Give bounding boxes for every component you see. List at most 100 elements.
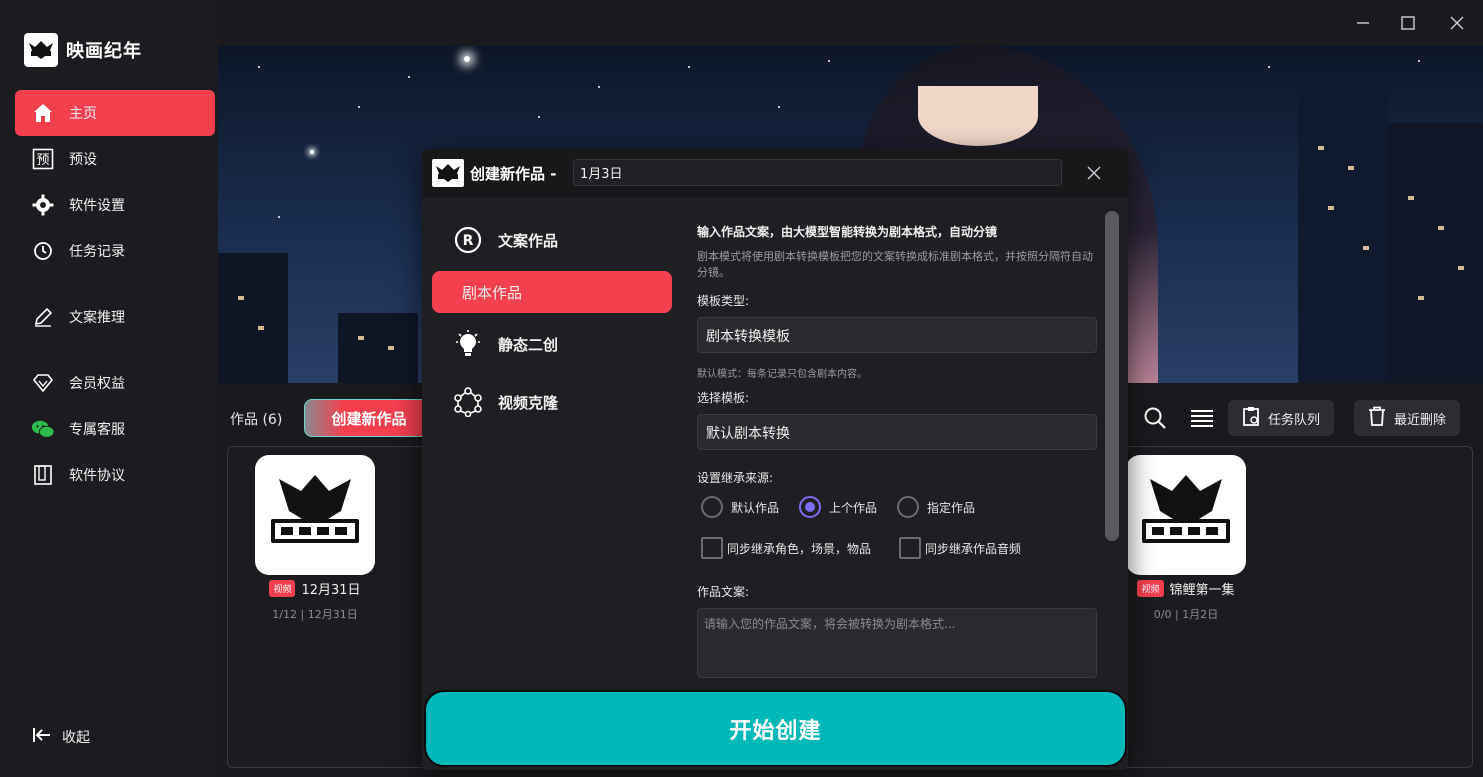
svg-text:预: 预 — [36, 153, 49, 168]
sidebar-item-label: 专属客服 — [69, 422, 125, 438]
maximize-button[interactable] — [1395, 10, 1421, 36]
menu-item-video-clone[interactable]: 视频克隆 — [432, 381, 672, 423]
home-icon — [31, 101, 55, 125]
menu-item-script-work[interactable]: 剧本作品 — [432, 271, 672, 313]
dialog-header: 创建新作品 - — [422, 149, 1128, 197]
task-queue-label: 任务队列 — [1268, 412, 1321, 428]
video-tag: 视频 — [269, 580, 296, 597]
sidebar-item-settings[interactable]: 软件设置 — [15, 182, 215, 228]
work-text-label: 作品文案: — [697, 585, 750, 599]
checkbox-box — [899, 537, 922, 559]
sync-inherit-audio-checkbox[interactable]: 同步继承作品音频 — [899, 537, 1021, 559]
minimize-button[interactable] — [1350, 10, 1376, 36]
work-card[interactable]: 视频 锦鲤第一集 0/0 | 1月2日 — [1116, 455, 1256, 622]
sidebar-item-home[interactable]: 主页 — [15, 90, 215, 136]
work-meta: 0/0 | 1月2日 — [1153, 608, 1219, 621]
app-logo-icon — [24, 33, 58, 67]
video-tag: 视频 — [1137, 580, 1164, 597]
inherit-source-radio-group: 默认作品 上个作品 指定作品 — [701, 496, 975, 518]
wechat-icon — [31, 417, 55, 441]
sidebar-item-agreement[interactable]: 软件协议 — [15, 452, 215, 498]
svg-text:R: R — [463, 233, 474, 249]
diamond-icon — [31, 371, 55, 395]
history-icon — [31, 239, 55, 263]
sidebar-item-label: 软件协议 — [69, 468, 125, 484]
collapse-label: 收起 — [62, 730, 90, 746]
inherit-source-label: 设置继承来源: — [697, 471, 774, 485]
radio-circle — [897, 496, 920, 518]
brand: 映画纪年 — [24, 33, 142, 67]
sync-inherit-roles-checkbox[interactable]: 同步继承角色，场景，物品 — [701, 537, 871, 559]
template-type-label: 模板类型: — [697, 294, 750, 308]
registered-icon: R — [452, 224, 484, 256]
radio-label: 上个作品 — [829, 500, 878, 515]
create-work-button[interactable]: 创建新作品 — [304, 399, 434, 437]
form-title: 输入作品文案，由大模型智能转换为剧本格式，自动分镜 — [697, 225, 998, 239]
work-title-text: 12月31日 — [301, 583, 361, 598]
work-meta: 1/12 | 12月31日 — [272, 608, 358, 621]
task-queue-button[interactable]: 任务队列 — [1228, 400, 1335, 436]
work-text-textarea[interactable]: 请输入您的作品文案，将会被转换为剧本格式... — [697, 608, 1097, 678]
radio-default-work[interactable]: 默认作品 — [701, 496, 779, 518]
radio-previous-work[interactable]: 上个作品 — [799, 496, 877, 518]
sidebar-item-label: 文案推理 — [69, 310, 125, 326]
create-work-dialog: 创建新作品 - R 文案作品 剧本作品 静态二创 视频克隆 输入作品文案，由大模… — [422, 149, 1128, 770]
sidebar-item-label: 预设 — [69, 152, 97, 168]
app-title: 映画纪年 — [66, 41, 142, 62]
work-title-text: 锦鲤第一集 — [1169, 583, 1235, 598]
network-icon — [452, 386, 484, 418]
sidebar-item-label: 任务记录 — [69, 244, 125, 260]
sidebar-item-support[interactable]: 专属客服 — [15, 406, 215, 452]
dialog-title: 创建新作品 - — [470, 165, 557, 183]
lightbulb-icon — [452, 328, 484, 360]
book-icon — [31, 463, 55, 487]
close-icon[interactable] — [1082, 161, 1106, 185]
sidebar-item-membership[interactable]: 会员权益 — [15, 360, 215, 406]
inherit-options: 同步继承角色，场景，物品 同步继承作品音频 — [701, 537, 1021, 559]
title-bar — [218, 0, 1483, 46]
menu-item-copy-work[interactable]: R 文案作品 — [432, 219, 672, 261]
start-create-button[interactable]: 开始创建 — [424, 690, 1127, 767]
template-hint: 默认模式：每条记录只包含剧本内容。 — [697, 369, 867, 380]
work-name-input[interactable] — [573, 159, 1062, 186]
radio-circle — [701, 496, 723, 518]
sidebar-item-copy-reasoning[interactable]: 文案推理 — [15, 294, 215, 340]
search-icon[interactable] — [1142, 405, 1168, 431]
radio-circle-checked — [799, 496, 822, 518]
sidebar-item-label: 会员权益 — [69, 376, 125, 392]
work-thumbnail — [255, 455, 375, 575]
checkbox-label: 同步继承角色，场景，物品 — [727, 541, 872, 556]
trash-icon — [1368, 406, 1386, 430]
list-view-icon[interactable] — [1189, 405, 1215, 431]
work-title: 视频 12月31日 — [245, 579, 385, 598]
checkbox-label: 同步继承作品音频 — [925, 541, 1022, 556]
menu-item-static-remix[interactable]: 静态二创 — [432, 323, 672, 365]
sidebar: 映画纪年 主页 预 预设 软件设置 任务记录 文案推理 会员权益 专属客服 软件… — [0, 0, 218, 777]
select-template-select[interactable]: 默认剧本转换 — [697, 414, 1097, 450]
close-window-button[interactable] — [1444, 10, 1470, 36]
menu-item-label: 文案作品 — [498, 231, 559, 250]
work-card[interactable]: 视频 12月31日 1/12 | 12月31日 — [245, 455, 385, 622]
sidebar-item-label: 主页 — [69, 106, 97, 122]
checkbox-box — [701, 537, 723, 559]
recent-delete-button[interactable]: 最近删除 — [1354, 400, 1461, 436]
menu-item-label: 剧本作品 — [462, 283, 523, 302]
dialog-scrollbar[interactable] — [1105, 211, 1119, 541]
radio-specified-work[interactable]: 指定作品 — [897, 496, 975, 518]
collapse-button[interactable]: 收起 — [32, 726, 90, 748]
sidebar-item-preset[interactable]: 预 预设 — [15, 136, 215, 182]
radio-label: 指定作品 — [927, 500, 976, 515]
recent-delete-label: 最近删除 — [1394, 412, 1447, 428]
app-logo-icon — [432, 159, 464, 187]
work-thumbnail — [1126, 455, 1246, 575]
sidebar-item-history[interactable]: 任务记录 — [15, 228, 215, 274]
select-template-label: 选择模板: — [697, 391, 750, 405]
menu-item-label: 静态二创 — [498, 335, 559, 354]
template-type-select[interactable]: 剧本转换模板 — [697, 317, 1097, 353]
collapse-icon — [32, 726, 52, 748]
radio-label: 默认作品 — [731, 500, 780, 515]
preset-icon: 预 — [31, 147, 55, 171]
form-description: 剧本模式将使用剧本转换模板把您的文案转换成标准剧本格式，并按照分隔符自动分镜。 — [697, 250, 1093, 279]
sidebar-item-label: 软件设置 — [69, 198, 125, 214]
work-title: 视频 锦鲤第一集 — [1116, 579, 1256, 598]
